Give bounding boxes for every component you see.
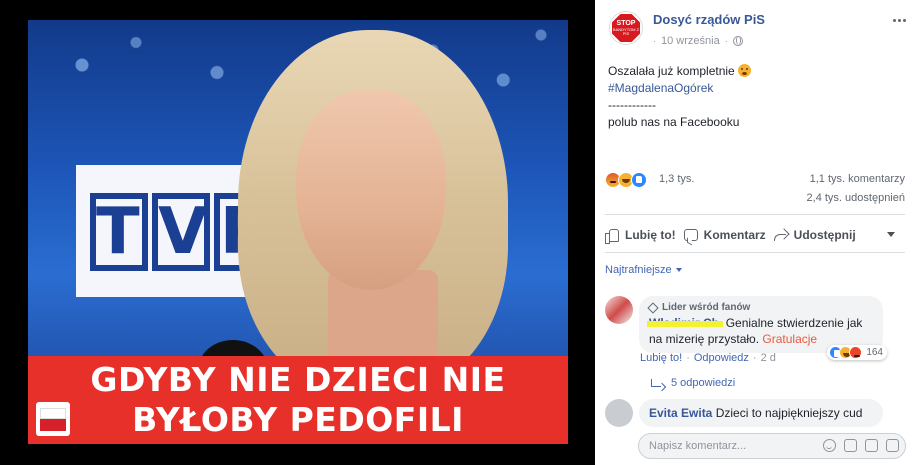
comment-bubble: Evita Ewita Dzieci to najpiękniejszy cud: [639, 399, 883, 427]
logo-text: STOP: [616, 20, 636, 27]
hashtag-link[interactable]: #MagdalenaOgórek: [608, 80, 903, 97]
reaction-icons[interactable]: [605, 172, 647, 188]
highlight-mark: [647, 321, 723, 327]
reply-arrow-icon: [651, 379, 661, 387]
page-avatar[interactable]: STOP BANDYTOM Z PIS: [609, 11, 643, 45]
comment-field[interactable]: [638, 433, 906, 459]
post-text-line-1: Oszalała już kompletnie: [608, 64, 735, 78]
comment-input[interactable]: [649, 438, 799, 454]
shares-count[interactable]: 2,4 tys. udostępnień: [807, 192, 905, 204]
post-text-line-3: polub nas na Facebooku: [608, 115, 740, 129]
reaction-count[interactable]: 1,3 tys.: [659, 173, 694, 185]
diamond-icon: [647, 302, 659, 314]
comment-author[interactable]: Evita Ewita: [649, 406, 712, 420]
comment-text: Dzieci to najpiękniejszy cud: [715, 406, 863, 420]
flushed-face-emoji-icon: [738, 64, 752, 77]
divider: [605, 252, 905, 253]
caption-text: GDYBY NIE DZIECI NIE BYŁOBY PEDOFILI: [28, 360, 568, 440]
replies-label: 5 odpowiedzi: [671, 377, 736, 389]
camera-icon[interactable]: [844, 439, 857, 452]
share-icon: [773, 229, 788, 241]
angry-reaction-icon: [849, 346, 863, 359]
gif-icon[interactable]: [865, 439, 878, 452]
caption-line-1: GDYBY NIE DZIECI NIE: [90, 360, 506, 399]
fan-badge-label: Lider wśród fanów: [662, 302, 751, 313]
caret-down-icon[interactable]: [887, 232, 895, 237]
caption-line-2: BYŁOBY PEDOFILI: [132, 400, 464, 439]
post-body: Oszalała już kompletnie #MagdalenaOgórek…: [608, 63, 903, 131]
post-separator: ------------: [608, 98, 656, 112]
comments-count[interactable]: 1,1 tys. komentarzy: [810, 173, 905, 185]
poland-map-logo: [36, 402, 70, 436]
comment-author[interactable]: Władimir Ch.: [647, 316, 723, 330]
fan-badge[interactable]: Lider wśród fanów: [647, 301, 873, 315]
sort-label: Najtrafniejsze: [605, 264, 672, 276]
globe-icon[interactable]: [732, 36, 743, 46]
comment-icon: [683, 229, 698, 241]
comment-reactions[interactable]: 164: [827, 345, 887, 360]
composer-tools: [823, 439, 899, 452]
thumbs-up-icon: [605, 228, 619, 244]
tvp-letter-t: T: [90, 193, 148, 271]
view-replies-link[interactable]: 5 odpowiedzi: [651, 377, 735, 389]
post-stats: 1,3 tys. 1,1 tys. komentarzy 2,4 tys. ud…: [605, 169, 905, 211]
person-face: [296, 90, 446, 290]
comment-button-label: Komentarz: [703, 228, 766, 242]
logo-subtext: BANDYTOM Z PIS: [612, 27, 640, 36]
comment-meta: Lubię to! · Odpowiedz · 2 d: [640, 352, 776, 364]
comment-reply-link[interactable]: Odpowiedz: [694, 352, 749, 364]
more-options-button[interactable]: [889, 13, 909, 27]
comment-highlight-text: Gratulacje: [762, 332, 818, 346]
sticker-icon[interactable]: [886, 439, 899, 452]
page-name-link[interactable]: Dosyć rządów PiS: [653, 12, 765, 27]
chevron-down-icon: [675, 268, 682, 272]
like-button-label: Lubię to!: [625, 228, 676, 242]
comment-reaction-count: 164: [866, 347, 883, 358]
emoji-icon[interactable]: [823, 439, 836, 452]
like-reaction-icon: [631, 172, 647, 188]
share-button-label: Udostępnij: [793, 228, 856, 242]
share-button[interactable]: Udostępnij: [773, 228, 856, 242]
avatar[interactable]: [605, 399, 633, 427]
comment-age[interactable]: 2 d: [761, 352, 776, 364]
post-meta: · 10 września ·: [653, 35, 743, 47]
like-button[interactable]: Lubię to!: [605, 228, 676, 244]
divider: [605, 214, 905, 215]
comment-composer: [595, 427, 915, 465]
comment-button[interactable]: Komentarz: [683, 228, 766, 242]
post-photo[interactable]: TVP GDYBY NIE DZIECI NIE BYŁOBY PEDOFILI: [0, 0, 595, 465]
post-actions: Lubię to! Komentarz Udostępnij: [605, 222, 905, 248]
comment-sort-dropdown[interactable]: Najtrafniejsze: [605, 264, 682, 276]
comment-like-link[interactable]: Lubię to!: [640, 352, 682, 364]
tvp-letter-v: V: [152, 193, 210, 271]
post-date[interactable]: 10 września: [661, 35, 720, 47]
post-header: STOP BANDYTOM Z PIS Dosyć rządów PiS · 1…: [609, 11, 909, 55]
post-panel: STOP BANDYTOM Z PIS Dosyć rządów PiS · 1…: [595, 0, 915, 465]
avatar[interactable]: [605, 296, 633, 324]
